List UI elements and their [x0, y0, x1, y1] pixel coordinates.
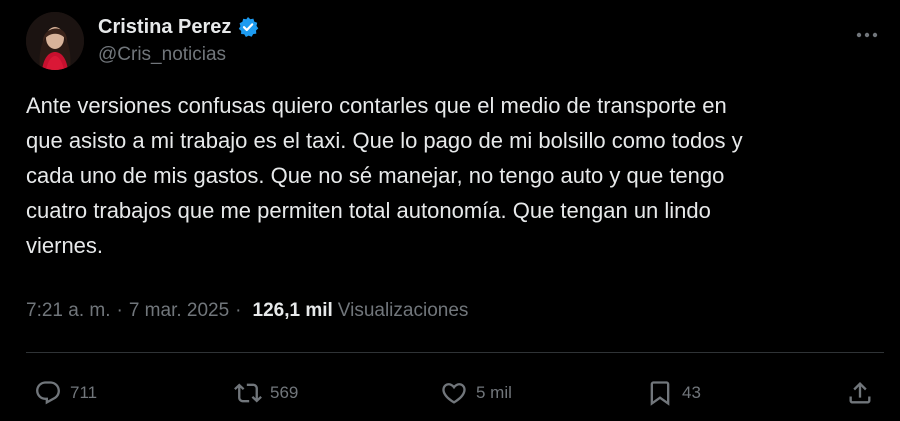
tweet-meta: 7:21 a. m. · 7 mar. 2025 · 126,1 mil Vis… [26, 300, 468, 322]
meta-separator: · [235, 300, 242, 321]
reply-button[interactable]: 711 [34, 374, 97, 412]
display-name-row: Cristina Perez [98, 14, 259, 40]
bookmark-button[interactable]: 43 [646, 374, 701, 412]
display-name[interactable]: Cristina Perez [98, 16, 231, 39]
avatar[interactable] [26, 12, 84, 70]
repost-icon [234, 379, 262, 407]
repost-count: 569 [270, 383, 299, 402]
heart-icon [440, 379, 468, 407]
like-button[interactable]: 5 mil [440, 374, 512, 412]
tweet-text: Ante versiones confusas quiero contarles… [26, 93, 743, 258]
views-count[interactable]: 126,1 mil [253, 300, 333, 322]
divider [26, 352, 884, 353]
repost-button[interactable]: 569 [234, 374, 298, 412]
tweet-date[interactable]: 7 mar. 2025 [129, 300, 229, 322]
verified-badge-icon[interactable] [237, 16, 259, 38]
author-names: Cristina Perez @Cris_noticias [98, 14, 259, 66]
handle[interactable]: @Cris_noticias [98, 44, 259, 66]
meta-separator: · [116, 300, 123, 321]
share-icon [846, 379, 874, 407]
reply-count: 711 [70, 383, 98, 402]
more-options-icon[interactable] [850, 22, 884, 48]
like-count: 5 mil [476, 383, 512, 402]
tweet-time[interactable]: 7:21 a. m. [26, 300, 111, 322]
views-label[interactable]: Visualizaciones [338, 300, 469, 322]
share-button[interactable] [846, 374, 874, 412]
reply-icon [34, 379, 62, 407]
bookmark-icon [646, 379, 674, 407]
tweet-header: Cristina Perez @Cris_noticias [26, 12, 884, 72]
bookmark-count: 43 [682, 383, 701, 402]
action-bar: 711 569 5 mil 43 [34, 374, 884, 412]
